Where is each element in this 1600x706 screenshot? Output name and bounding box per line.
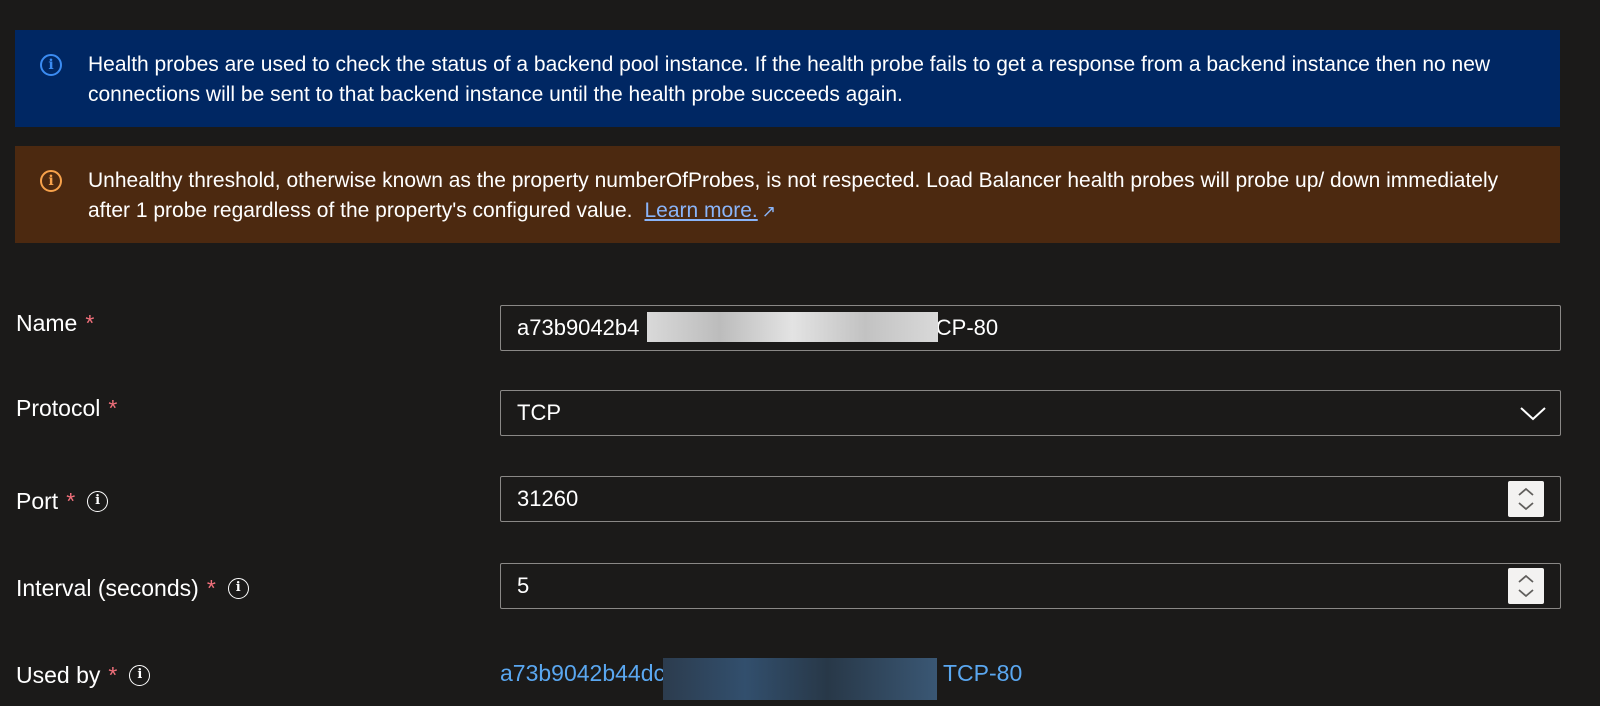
used-by-label-text: Used by bbox=[16, 661, 101, 688]
port-spinner[interactable] bbox=[1508, 481, 1544, 517]
port-value: 31260 bbox=[517, 486, 579, 511]
protocol-label-text: Protocol bbox=[16, 394, 101, 421]
info-banner: i Health probes are used to check the st… bbox=[15, 30, 1560, 127]
warning-banner: i Unhealthy threshold, otherwise known a… bbox=[15, 146, 1560, 243]
interval-spinner[interactable] bbox=[1508, 568, 1544, 604]
protocol-label: Protocol * bbox=[16, 393, 117, 423]
required-marker: * bbox=[206, 574, 216, 601]
interval-value: 5 bbox=[517, 573, 530, 598]
port-label: Port * i bbox=[16, 486, 109, 516]
protocol-select[interactable]: TCP bbox=[500, 390, 1561, 436]
info-banner-text: Health probes are used to check the stat… bbox=[88, 53, 1491, 106]
required-marker: * bbox=[66, 487, 76, 514]
interval-info-icon[interactable]: i bbox=[227, 577, 249, 599]
spin-up-icon bbox=[1518, 487, 1534, 496]
chevron-down-icon bbox=[1520, 407, 1546, 421]
external-link-icon: ↗ bbox=[761, 202, 776, 221]
interval-label-text: Interval (seconds) bbox=[16, 574, 199, 601]
port-input[interactable]: 31260 bbox=[500, 476, 1561, 522]
port-label-text: Port bbox=[16, 487, 59, 514]
info-icon: i bbox=[40, 54, 62, 76]
interval-label: Interval (seconds) * i bbox=[16, 573, 249, 603]
warning-info-icon: i bbox=[40, 170, 62, 192]
spin-down-icon bbox=[1518, 589, 1534, 598]
used-by-value-start: a73b9042b44dc bbox=[500, 660, 665, 686]
name-value-start: a73b9042b4 bbox=[517, 315, 640, 340]
used-by-value-end: TCP-80 bbox=[943, 660, 1023, 686]
warning-banner-text: Unhealthy threshold, otherwise known as … bbox=[88, 169, 1499, 222]
interval-input[interactable]: 5 bbox=[500, 563, 1561, 609]
name-label-text: Name bbox=[16, 309, 78, 336]
used-by-label: Used by * i bbox=[16, 660, 151, 690]
protocol-value: TCP bbox=[517, 400, 561, 425]
required-marker: * bbox=[85, 309, 95, 336]
spin-up-icon bbox=[1518, 574, 1534, 583]
redacted-region bbox=[663, 658, 937, 700]
learn-more-link[interactable]: Learn more. bbox=[645, 199, 758, 222]
used-by-info-icon[interactable]: i bbox=[129, 664, 151, 686]
redacted-region bbox=[647, 312, 938, 342]
required-marker: * bbox=[108, 661, 118, 688]
used-by-link[interactable]: a73b9042b44dc TCP-80 bbox=[500, 658, 1023, 700]
name-label: Name * bbox=[16, 308, 94, 338]
spin-down-icon bbox=[1518, 502, 1534, 511]
port-info-icon[interactable]: i bbox=[87, 490, 109, 512]
required-marker: * bbox=[108, 394, 118, 421]
name-input[interactable]: a73b9042b4 TCP-80 bbox=[500, 305, 1561, 351]
